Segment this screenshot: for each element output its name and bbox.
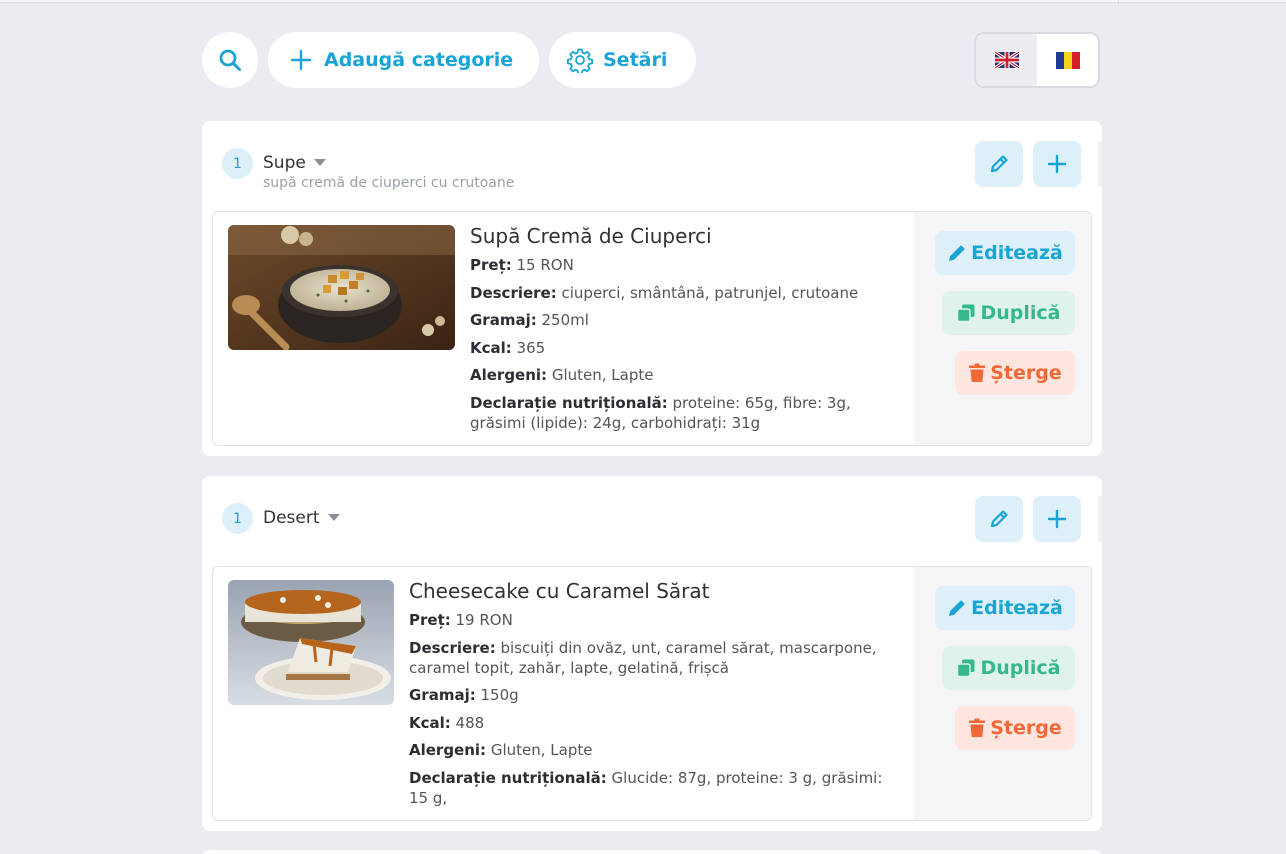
item-actions-panel: Editează Duplică Șterge (914, 567, 1091, 820)
copy-icon (957, 304, 975, 323)
item-price: Preț: 15 RON (470, 256, 574, 274)
category-card-desert: 1 Desert Cheesecake cu Caramel Sărat Pre… (202, 476, 1102, 831)
menu-item-card: Supă Cremă de Ciuperci Preț: 15 RON Desc… (212, 211, 1092, 446)
plus-icon (1047, 154, 1067, 174)
delete-item-button[interactable]: Șterge (955, 351, 1075, 395)
item-nutrition: Declarație nutrițională: Glucide: 87g, p… (409, 768, 883, 807)
item-info: Cheesecake cu Caramel Sărat Preț: 19 RON… (409, 579, 903, 815)
hidden-action-edge (1098, 141, 1102, 187)
item-kcal: Kcal: 488 (409, 713, 485, 732)
top-border (0, 0, 1286, 3)
item-description: Descriere: biscuiți din ovăz, unt, caram… (409, 638, 877, 677)
item-kcal: Kcal: 365 (470, 338, 546, 357)
caret-down-icon (327, 514, 340, 521)
item-price: Preț: 19 RON (409, 611, 513, 629)
language-switcher (974, 32, 1100, 88)
uk-flag-icon (994, 52, 1019, 68)
item-nutrition: Declarație nutrițională: proteine: 65g, … (470, 393, 851, 432)
category-name-dropdown[interactable]: Supe (263, 153, 326, 173)
category-header: 1 Supe supă cremă de ciuperci cu crutoan… (222, 141, 1102, 201)
item-actions-panel: Editează Duplică Șterge (914, 212, 1091, 445)
category-name: Desert (263, 508, 320, 528)
item-allergens: Alergeni: Gluten, Lapte (409, 741, 593, 759)
romania-flag-icon (1055, 51, 1080, 69)
caret-down-icon (313, 159, 326, 166)
item-photo-cheesecake (228, 580, 394, 705)
search-icon (219, 49, 241, 71)
category-header: 1 Desert (222, 496, 1102, 556)
category-subtitle: supă cremă de ciuperci cu crutoane (263, 175, 515, 191)
category-card-supe: 1 Supe supă cremă de ciuperci cu crutoan… (202, 121, 1102, 456)
item-info: Supă Cremă de Ciuperci Preț: 15 RON Desc… (470, 224, 875, 440)
item-weight: Gramaj: 250ml (470, 311, 589, 329)
pencil-icon (990, 155, 1008, 173)
trash-icon (969, 363, 986, 382)
duplicate-item-button[interactable]: Duplică (942, 646, 1075, 690)
item-weight: Gramaj: 150g (409, 686, 519, 704)
delete-item-button[interactable]: Șterge (955, 706, 1075, 750)
edit-item-button[interactable]: Editează (935, 586, 1075, 630)
pencil-icon (949, 245, 965, 261)
plus-icon (290, 49, 312, 71)
add-item-button[interactable] (1033, 141, 1081, 187)
gear-icon (567, 48, 593, 73)
category-name: Supe (263, 153, 306, 173)
trash-icon (969, 718, 986, 737)
plus-icon (1047, 509, 1067, 529)
language-ro-button[interactable] (1037, 34, 1098, 86)
add-item-button[interactable] (1033, 496, 1081, 542)
item-description: Descriere: ciuperci, smântână, patrunjel… (470, 283, 859, 302)
hidden-action-edge (1098, 496, 1102, 542)
menu-item-card: Cheesecake cu Caramel Sărat Preț: 19 RON… (212, 566, 1092, 821)
category-number-badge: 1 (222, 148, 253, 179)
pencil-icon (990, 510, 1008, 528)
add-category-button[interactable]: Adaugă categorie (268, 32, 539, 88)
copy-icon (957, 659, 975, 678)
item-title: Cheesecake cu Caramel Sărat (409, 579, 710, 603)
next-category-card (202, 850, 1102, 854)
search-button[interactable] (202, 32, 258, 88)
item-photo-soup (228, 225, 455, 350)
settings-button[interactable]: Setări (549, 32, 696, 88)
item-allergens: Alergeni: Gluten, Lapte (470, 366, 654, 384)
top-divider (1118, 0, 1119, 4)
pencil-icon (949, 600, 965, 616)
item-title: Supă Cremă de Ciuperci (470, 224, 712, 248)
duplicate-item-button[interactable]: Duplică (942, 291, 1075, 335)
edit-category-button[interactable] (975, 496, 1023, 542)
edit-item-button[interactable]: Editează (935, 231, 1075, 275)
add-category-label: Adaugă categorie (324, 49, 514, 71)
category-number-badge: 1 (222, 503, 253, 534)
category-name-dropdown[interactable]: Desert (263, 508, 340, 528)
settings-label: Setări (603, 49, 668, 71)
language-en-button[interactable] (976, 34, 1037, 86)
edit-category-button[interactable] (975, 141, 1023, 187)
